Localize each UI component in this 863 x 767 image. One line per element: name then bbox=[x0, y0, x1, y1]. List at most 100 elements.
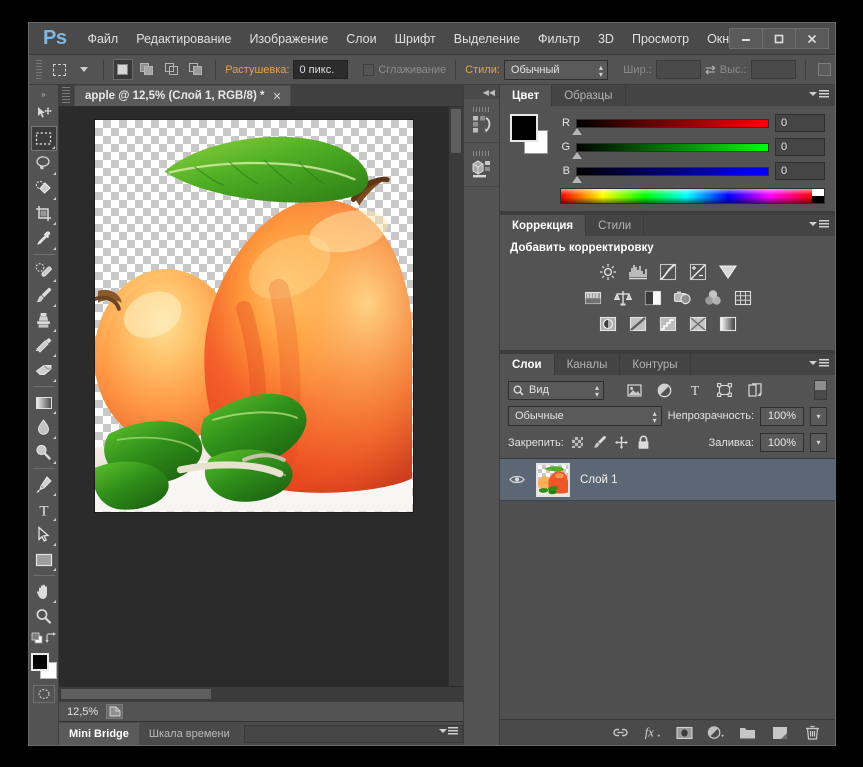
quick-mask-toggle[interactable] bbox=[32, 685, 55, 703]
brightness-contrast-icon[interactable] bbox=[597, 262, 619, 282]
black-white-icon[interactable] bbox=[642, 288, 664, 308]
invert-icon[interactable] bbox=[597, 314, 619, 334]
menu-edit[interactable]: Редактирование bbox=[127, 27, 240, 51]
add-to-selection-button[interactable] bbox=[137, 59, 157, 80]
tool-rectangular-marquee[interactable] bbox=[30, 126, 57, 151]
close-button[interactable] bbox=[795, 28, 829, 49]
add-layer-mask-icon[interactable] bbox=[675, 724, 693, 742]
menu-type[interactable]: Шрифт bbox=[386, 27, 445, 51]
new-layer-icon[interactable] bbox=[771, 724, 789, 742]
subtract-from-selection-button[interactable] bbox=[162, 59, 182, 80]
tool-hand[interactable] bbox=[31, 579, 57, 604]
color-lookup-icon[interactable] bbox=[732, 288, 754, 308]
tool-path-selection[interactable] bbox=[31, 522, 57, 547]
tab-strip-grip[interactable] bbox=[62, 87, 70, 103]
red-value[interactable]: 0 bbox=[775, 114, 825, 132]
link-layers-icon[interactable] bbox=[611, 724, 629, 742]
menu-filter[interactable]: Фильтр bbox=[529, 27, 589, 51]
threshold-icon[interactable] bbox=[657, 314, 679, 334]
posterize-icon[interactable] bbox=[627, 314, 649, 334]
tab-swatches[interactable]: Образцы bbox=[552, 85, 626, 106]
swap-dimensions-icon[interactable]: ⇄ bbox=[705, 62, 716, 78]
pixel-layer-filter-icon[interactable] bbox=[626, 382, 643, 399]
foreground-color-swatch[interactable] bbox=[30, 653, 49, 671]
blend-mode-select[interactable]: Обычные ▴ ▾ bbox=[508, 406, 662, 426]
new-adjustment-layer-icon[interactable] bbox=[707, 724, 725, 742]
tool-dodge[interactable] bbox=[31, 440, 57, 465]
fill-value[interactable]: 100% bbox=[760, 433, 804, 452]
style-select[interactable]: Обычный ▴ ▾ bbox=[503, 59, 608, 80]
green-slider[interactable] bbox=[572, 142, 769, 159]
tool-horizontal-type[interactable]: T bbox=[31, 497, 57, 522]
tool-eyedropper[interactable] bbox=[31, 226, 57, 251]
zoom-level[interactable]: 12,5% bbox=[67, 706, 98, 718]
tool-brush[interactable] bbox=[31, 283, 57, 308]
opacity-value[interactable]: 100% bbox=[760, 406, 804, 426]
tool-quick-selection[interactable] bbox=[31, 176, 57, 201]
curves-icon[interactable] bbox=[657, 262, 679, 282]
intersect-selection-button[interactable] bbox=[186, 59, 206, 80]
close-icon[interactable]: ✕ bbox=[272, 90, 281, 103]
menu-file[interactable]: Файл bbox=[78, 27, 127, 51]
tab-layers[interactable]: Слои bbox=[500, 354, 555, 375]
antialias-checkbox[interactable] bbox=[363, 63, 375, 76]
canvas-vertical-scrollbar[interactable] bbox=[448, 107, 463, 686]
minimize-button[interactable] bbox=[729, 28, 763, 49]
tool-pen[interactable] bbox=[31, 472, 57, 497]
layers-panel-menu-icon[interactable] bbox=[809, 359, 829, 367]
lock-position-icon[interactable] bbox=[614, 435, 630, 451]
table-row[interactable]: Слой 1 bbox=[500, 459, 835, 501]
tool-zoom[interactable] bbox=[31, 604, 57, 629]
tool-blur[interactable] bbox=[31, 415, 57, 440]
slider-thumb[interactable] bbox=[572, 127, 582, 135]
swap-colors-icon[interactable] bbox=[44, 631, 57, 649]
green-value[interactable]: 0 bbox=[775, 138, 825, 156]
rail-collapse-button[interactable]: ◀◀ bbox=[464, 85, 499, 99]
height-input[interactable] bbox=[750, 60, 796, 79]
type-layer-filter-icon[interactable]: T bbox=[686, 382, 703, 399]
exposure-icon[interactable] bbox=[687, 262, 709, 282]
red-slider[interactable] bbox=[572, 118, 769, 135]
tab-color[interactable]: Цвет bbox=[500, 85, 553, 106]
foreground-background-color[interactable] bbox=[30, 653, 57, 679]
menu-view[interactable]: Просмотр bbox=[623, 27, 698, 51]
shape-layer-filter-icon[interactable] bbox=[716, 382, 733, 399]
color-spectrum-ramp[interactable] bbox=[560, 188, 825, 204]
color-panel-menu-icon[interactable] bbox=[809, 90, 829, 98]
adjustments-panel-menu-icon[interactable] bbox=[809, 220, 829, 228]
lock-image-pixels-icon[interactable] bbox=[592, 435, 608, 451]
smart-object-filter-icon[interactable] bbox=[746, 382, 763, 399]
spectrum-gradient[interactable] bbox=[561, 189, 812, 203]
vibrance-icon[interactable] bbox=[717, 262, 739, 282]
toolbox-collapse-button[interactable]: » bbox=[29, 87, 58, 101]
photo-filter-icon[interactable] bbox=[672, 288, 694, 308]
refine-edge-button[interactable] bbox=[815, 59, 835, 80]
channel-mixer-icon[interactable] bbox=[702, 288, 724, 308]
levels-icon[interactable] bbox=[627, 262, 649, 282]
options-bar-grip[interactable] bbox=[36, 59, 43, 80]
tool-move[interactable] bbox=[31, 101, 57, 126]
foreground-color-swatch[interactable] bbox=[510, 114, 538, 142]
layer-thumbnail[interactable] bbox=[536, 462, 570, 497]
layer-visibility-toggle[interactable] bbox=[508, 474, 526, 485]
layer-style-fx-icon[interactable]: fx bbox=[643, 724, 661, 742]
new-selection-button[interactable] bbox=[112, 59, 134, 80]
default-colors-icon[interactable] bbox=[31, 631, 43, 649]
canvas-viewport[interactable] bbox=[59, 107, 448, 686]
feather-input[interactable]: 0 пикс. bbox=[293, 60, 348, 79]
scrollbar-thumb[interactable] bbox=[61, 689, 211, 699]
document-tab[interactable]: apple @ 12,5% (Слой 1, RGB/8) * ✕ bbox=[74, 85, 291, 106]
white-black-swatches[interactable] bbox=[812, 189, 824, 203]
tool-preset-picker[interactable] bbox=[49, 60, 69, 80]
tool-eraser[interactable] bbox=[31, 358, 57, 383]
color-panel-swatches[interactable] bbox=[510, 114, 550, 154]
maximize-button[interactable] bbox=[762, 28, 796, 49]
color-balance-icon[interactable] bbox=[612, 288, 634, 308]
tool-lasso[interactable] bbox=[31, 151, 57, 176]
fill-stepper[interactable]: ▾ bbox=[810, 433, 827, 452]
menu-layers[interactable]: Слои bbox=[337, 27, 385, 51]
bottom-dock-panel-menu-icon[interactable] bbox=[439, 727, 458, 735]
tool-spot-healing-brush[interactable] bbox=[31, 258, 57, 283]
width-input[interactable] bbox=[655, 60, 701, 79]
tab-channels[interactable]: Каналы bbox=[554, 354, 621, 375]
